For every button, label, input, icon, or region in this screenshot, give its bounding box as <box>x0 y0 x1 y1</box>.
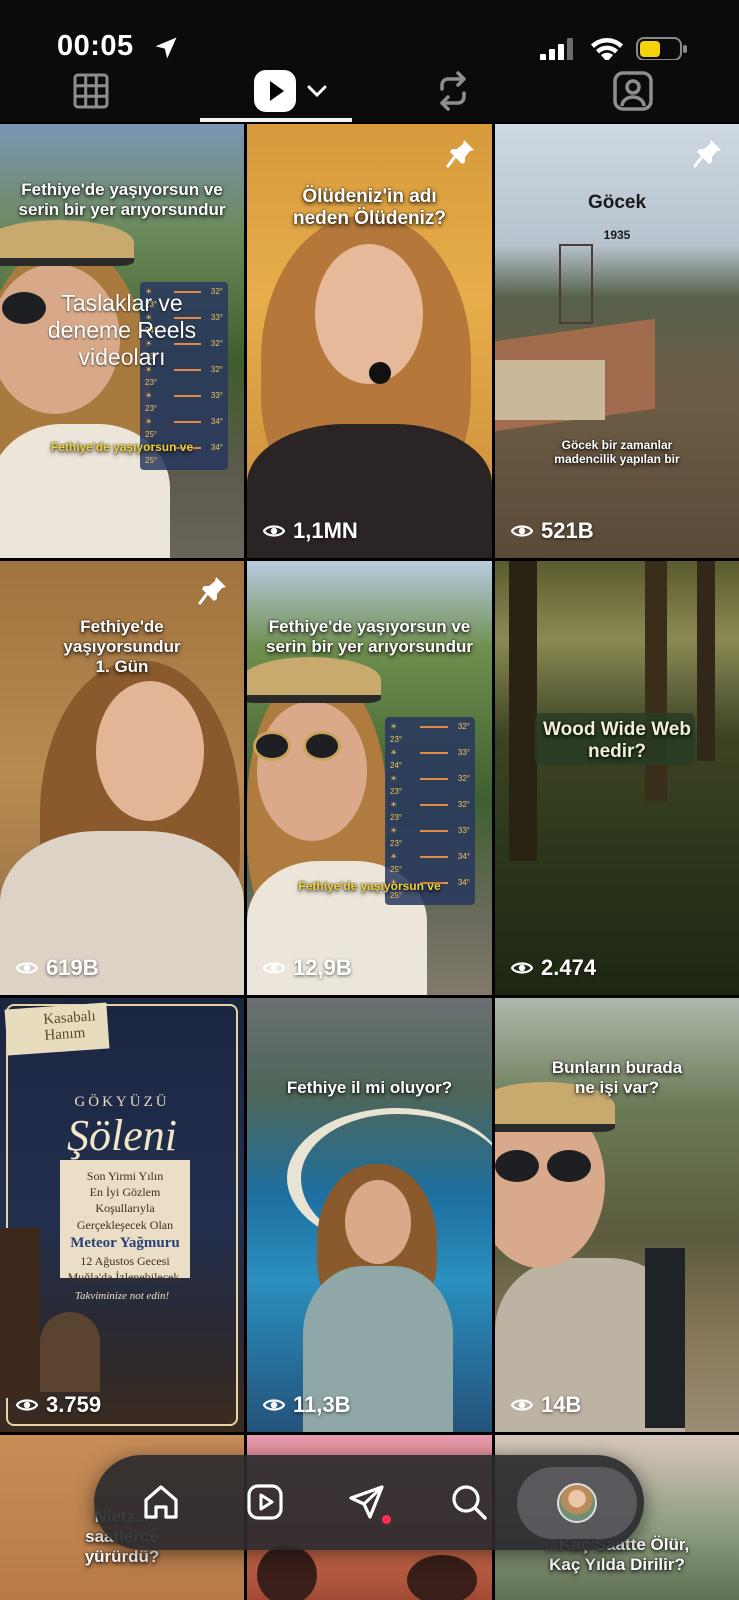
reel-caption: Fethiye'de yaşıyorsun ve serin bir yer ar… <box>266 617 473 657</box>
reel-caption: Wood Wide Web nedir? <box>543 719 691 763</box>
avatar <box>557 1483 597 1523</box>
reels-play-icon <box>254 70 296 112</box>
view-count: 1,1MN <box>263 518 358 544</box>
sunglasses <box>547 1150 591 1182</box>
view-count: 2.474 <box>511 955 596 981</box>
pin-icon <box>198 577 226 605</box>
cellular-signal-icon <box>540 38 573 62</box>
view-count: 521B <box>511 518 594 544</box>
profile-tabs <box>0 60 739 122</box>
bottom-navigation <box>94 1455 644 1550</box>
reel-caption: Ölüdeniz'in adı neden Ölüdeniz? <box>292 186 447 230</box>
mine-tower <box>559 244 593 324</box>
eye-icon <box>16 962 38 974</box>
grid-icon <box>73 73 109 109</box>
tagged-person-icon <box>613 71 653 111</box>
poster-title: Şöleni <box>67 1111 177 1160</box>
brand-badge: Kasabalı Hanım <box>4 1002 110 1056</box>
reel-subtitle: Fethiye'de yaşıyorsun ve <box>50 440 194 454</box>
weather-widget: ☀ 23° 32° ☀ 24° 33° ☀ 23° 32° ☀ 23° 32° ☀ 23… <box>385 717 475 905</box>
palm-silhouette <box>407 1555 477 1600</box>
view-count: 14B <box>511 1392 581 1418</box>
drafts-overlay-label: Taslaklar ve deneme Reels videoları <box>47 290 197 371</box>
eye-icon <box>263 525 285 537</box>
tab-grid[interactable] <box>58 60 124 122</box>
view-count: 12,9B <box>263 955 352 981</box>
reel-caption: Göcek <box>587 192 647 213</box>
reel-caption-year: 1935 <box>603 228 631 242</box>
location-arrow-icon <box>155 37 177 59</box>
view-count: 619B <box>16 955 99 981</box>
status-time: 00:05 <box>57 30 134 62</box>
nav-profile-button[interactable] <box>517 1467 637 1539</box>
eye-icon <box>511 525 533 537</box>
sunglasses <box>495 1150 539 1182</box>
nav-search-button[interactable] <box>444 1477 494 1527</box>
reel-tile-2[interactable]: Ölüdeniz'in adı neden Ölüdeniz? 1,1MN <box>247 124 492 558</box>
reel-tile-9[interactable]: Bunların burada ne işi var? 14B <box>495 998 739 1432</box>
reel-tile-5[interactable]: ☀ 23° 32° ☀ 24° 33° ☀ 23° 32° ☀ 23° 32° ☀ 23… <box>247 561 492 995</box>
poster-footer: Takviminize not edin! <box>74 1290 170 1302</box>
send-icon <box>349 1485 384 1519</box>
view-count: 3.759 <box>16 1392 101 1418</box>
repost-icon <box>440 71 466 111</box>
status-bar: 00:05 <box>0 0 739 62</box>
reels-icon <box>247 1484 283 1520</box>
reel-tile-7[interactable]: Kasabalı Hanım GÖKYÜZÜ Şöleni Son Yirmi Y… <box>0 998 244 1432</box>
reel-subtitle: Fethiye'de yaşıyorsun ve <box>298 879 441 893</box>
home-icon <box>144 1485 178 1519</box>
poster-note: Son Yirmi Yılın En İyi Gözlem Koşullarıy… <box>60 1160 190 1284</box>
nav-reels-button[interactable] <box>240 1477 290 1527</box>
wifi-icon <box>591 38 623 62</box>
reel-tile-1[interactable]: ☀ 23° 32° ☀ 24° 33° ☀ 23° 32° ☀ 23° 32° ☀ 23… <box>0 124 244 558</box>
sitting-figure <box>40 1312 100 1392</box>
active-tab-indicator <box>200 118 352 122</box>
eye-icon <box>16 1399 38 1411</box>
microphone <box>369 362 391 384</box>
reel-caption: Fethiye il mi oluyor? <box>286 1078 453 1097</box>
pin-icon <box>693 140 721 168</box>
tab-tagged[interactable] <box>600 60 666 122</box>
reel-tile-4[interactable]: Fethiye'de yaşıyorsundur 1. Gün 619B <box>0 561 244 995</box>
reel-tile-3[interactable]: Göcek 1935 Göcek bir zamanlar madencilik … <box>495 124 739 558</box>
straw-hat <box>247 657 381 703</box>
eye-icon <box>511 1399 533 1411</box>
reel-tile-8[interactable]: Fethiye il mi oluyor? 11,3B <box>247 998 492 1432</box>
eye-icon <box>263 1399 285 1411</box>
tab-reposts[interactable] <box>420 60 486 122</box>
tree-trunk <box>509 561 537 861</box>
reel-tile-6[interactable]: Wood Wide Web nedir? 2.474 <box>495 561 739 995</box>
sunglasses <box>253 731 291 761</box>
backpack-strap <box>645 1248 685 1428</box>
reel-subtitle: Göcek bir zamanlar madencilik yapılan bir <box>554 438 680 467</box>
reel-caption: Bunların burada ne işi var? <box>551 1058 683 1098</box>
chevron-down-icon <box>307 85 327 98</box>
sunglasses <box>303 731 341 761</box>
tree-trunk <box>645 561 667 801</box>
reel-caption: Fethiye'de yaşıyorsun ve serin bir yer ar… <box>18 180 226 220</box>
house-silhouette <box>0 1228 40 1398</box>
eye-icon <box>263 962 285 974</box>
palm-silhouette <box>257 1545 317 1600</box>
pin-icon <box>446 140 474 168</box>
notification-dot <box>382 1515 391 1524</box>
tab-reels[interactable] <box>240 60 340 122</box>
battery-icon <box>636 37 687 61</box>
building-wall <box>495 360 605 420</box>
straw-hat <box>0 220 134 266</box>
view-count: 11,3B <box>263 1392 351 1418</box>
poster-heading: GÖKYÜZÜ <box>74 1094 170 1110</box>
reel-caption: Fethiye'de yaşıyorsundur 1. Gün <box>63 617 181 677</box>
eye-icon <box>511 962 533 974</box>
search-icon <box>452 1485 487 1520</box>
nav-home-button[interactable] <box>136 1477 186 1527</box>
